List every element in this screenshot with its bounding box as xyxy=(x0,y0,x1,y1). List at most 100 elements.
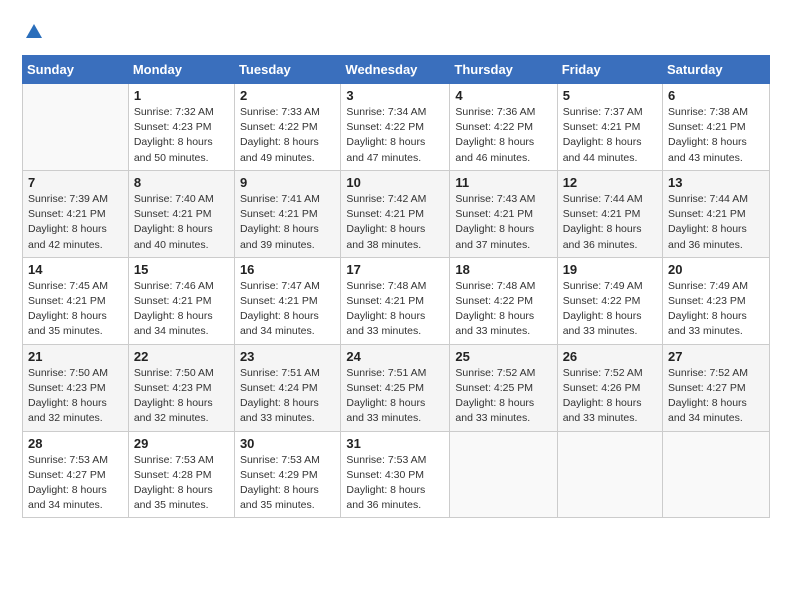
day-cell: 3Sunrise: 7:34 AMSunset: 4:22 PMDaylight… xyxy=(341,84,450,171)
day-number: 12 xyxy=(563,175,657,190)
day-detail: Sunrise: 7:39 AMSunset: 4:21 PMDaylight:… xyxy=(28,192,123,253)
header xyxy=(22,18,770,47)
logo-line1 xyxy=(22,22,44,47)
day-detail: Sunrise: 7:47 AMSunset: 4:21 PMDaylight:… xyxy=(240,279,335,340)
day-detail: Sunrise: 7:42 AMSunset: 4:21 PMDaylight:… xyxy=(346,192,444,253)
day-detail: Sunrise: 7:34 AMSunset: 4:22 PMDaylight:… xyxy=(346,105,444,166)
day-detail: Sunrise: 7:52 AMSunset: 4:26 PMDaylight:… xyxy=(563,366,657,427)
day-cell: 16 Sunrise: 7:47 AMSunset: 4:21 PMDayligh… xyxy=(234,257,340,344)
day-cell xyxy=(557,431,662,518)
day-detail: Sunrise: 7:53 AMSunset: 4:28 PMDaylight:… xyxy=(134,453,229,514)
day-number: 11 xyxy=(455,175,551,190)
day-cell: 24Sunrise: 7:51 AMSunset: 4:25 PMDayligh… xyxy=(341,344,450,431)
day-number: 21 xyxy=(28,349,123,364)
day-detail: Sunrise: 7:32 AMSunset: 4:23 PMDaylight:… xyxy=(134,105,229,166)
day-cell: 12 Sunrise: 7:44 AMSunset: 4:21 PMDayligh… xyxy=(557,170,662,257)
day-cell: 30 Sunrise: 7:53 AMSunset: 4:29 PMDayligh… xyxy=(234,431,340,518)
day-number: 28 xyxy=(28,436,123,451)
day-cell: 15 Sunrise: 7:46 AMSunset: 4:21 PMDayligh… xyxy=(128,257,234,344)
logo xyxy=(22,22,44,47)
day-cell: 11 Sunrise: 7:43 AMSunset: 4:21 PMDayligh… xyxy=(450,170,557,257)
day-cell: 20Sunrise: 7:49 AMSunset: 4:23 PMDayligh… xyxy=(663,257,770,344)
day-detail: Sunrise: 7:50 AMSunset: 4:23 PMDaylight:… xyxy=(134,366,229,427)
day-number: 7 xyxy=(28,175,123,190)
day-number: 20 xyxy=(668,262,764,277)
day-detail: Sunrise: 7:48 AMSunset: 4:22 PMDaylight:… xyxy=(455,279,551,340)
day-number: 4 xyxy=(455,88,551,103)
day-cell: 29 Sunrise: 7:53 AMSunset: 4:28 PMDayligh… xyxy=(128,431,234,518)
day-cell: 8Sunrise: 7:40 AMSunset: 4:21 PMDaylight… xyxy=(128,170,234,257)
day-number: 17 xyxy=(346,262,444,277)
header-friday: Friday xyxy=(557,56,662,84)
day-detail: Sunrise: 7:37 AMSunset: 4:21 PMDaylight:… xyxy=(563,105,657,166)
day-cell: 13 Sunrise: 7:44 AMSunset: 4:21 PMDayligh… xyxy=(663,170,770,257)
day-cell: 23 Sunrise: 7:51 AMSunset: 4:24 PMDayligh… xyxy=(234,344,340,431)
day-number: 6 xyxy=(668,88,764,103)
day-detail: Sunrise: 7:53 AMSunset: 4:27 PMDaylight:… xyxy=(28,453,123,514)
day-cell: 9Sunrise: 7:41 AMSunset: 4:21 PMDaylight… xyxy=(234,170,340,257)
day-number: 14 xyxy=(28,262,123,277)
day-number: 8 xyxy=(134,175,229,190)
day-number: 19 xyxy=(563,262,657,277)
day-cell xyxy=(663,431,770,518)
day-cell: 25 Sunrise: 7:52 AMSunset: 4:25 PMDayligh… xyxy=(450,344,557,431)
day-number: 15 xyxy=(134,262,229,277)
header-saturday: Saturday xyxy=(663,56,770,84)
day-number: 30 xyxy=(240,436,335,451)
day-cell: 17 Sunrise: 7:48 AMSunset: 4:21 PMDayligh… xyxy=(341,257,450,344)
day-detail: Sunrise: 7:46 AMSunset: 4:21 PMDaylight:… xyxy=(134,279,229,340)
day-number: 18 xyxy=(455,262,551,277)
day-cell: 28 Sunrise: 7:53 AMSunset: 4:27 PMDayligh… xyxy=(23,431,129,518)
day-detail: Sunrise: 7:51 AMSunset: 4:24 PMDaylight:… xyxy=(240,366,335,427)
day-cell: 1 Sunrise: 7:32 AMSunset: 4:23 PMDaylight… xyxy=(128,84,234,171)
day-number: 29 xyxy=(134,436,229,451)
calendar-table: SundayMondayTuesdayWednesdayThursdayFrid… xyxy=(22,55,770,518)
logo-icon xyxy=(24,22,44,42)
day-number: 27 xyxy=(668,349,764,364)
day-cell: 21 Sunrise: 7:50 AMSunset: 4:23 PMDayligh… xyxy=(23,344,129,431)
day-detail: Sunrise: 7:45 AMSunset: 4:21 PMDaylight:… xyxy=(28,279,123,340)
day-cell: 4 Sunrise: 7:36 AMSunset: 4:22 PMDaylight… xyxy=(450,84,557,171)
header-thursday: Thursday xyxy=(450,56,557,84)
day-number: 10 xyxy=(346,175,444,190)
day-number: 26 xyxy=(563,349,657,364)
day-number: 22 xyxy=(134,349,229,364)
day-number: 25 xyxy=(455,349,551,364)
day-detail: Sunrise: 7:44 AMSunset: 4:21 PMDaylight:… xyxy=(668,192,764,253)
day-cell: 27Sunrise: 7:52 AMSunset: 4:27 PMDayligh… xyxy=(663,344,770,431)
day-cell: 31 Sunrise: 7:53 AMSunset: 4:30 PMDayligh… xyxy=(341,431,450,518)
day-detail: Sunrise: 7:43 AMSunset: 4:21 PMDaylight:… xyxy=(455,192,551,253)
header-monday: Monday xyxy=(128,56,234,84)
day-number: 5 xyxy=(563,88,657,103)
day-cell xyxy=(450,431,557,518)
day-number: 2 xyxy=(240,88,335,103)
day-detail: Sunrise: 7:53 AMSunset: 4:30 PMDaylight:… xyxy=(346,453,444,514)
day-cell: 6Sunrise: 7:38 AMSunset: 4:21 PMDaylight… xyxy=(663,84,770,171)
day-detail: Sunrise: 7:49 AMSunset: 4:22 PMDaylight:… xyxy=(563,279,657,340)
day-number: 1 xyxy=(134,88,229,103)
day-number: 31 xyxy=(346,436,444,451)
day-number: 16 xyxy=(240,262,335,277)
week-row-1: 1 Sunrise: 7:32 AMSunset: 4:23 PMDaylight… xyxy=(23,84,770,171)
day-cell: 22 Sunrise: 7:50 AMSunset: 4:23 PMDayligh… xyxy=(128,344,234,431)
day-detail: Sunrise: 7:52 AMSunset: 4:25 PMDaylight:… xyxy=(455,366,551,427)
header-tuesday: Tuesday xyxy=(234,56,340,84)
week-row-3: 14 Sunrise: 7:45 AMSunset: 4:21 PMDayligh… xyxy=(23,257,770,344)
day-number: 13 xyxy=(668,175,764,190)
day-cell: 26 Sunrise: 7:52 AMSunset: 4:26 PMDayligh… xyxy=(557,344,662,431)
day-detail: Sunrise: 7:44 AMSunset: 4:21 PMDaylight:… xyxy=(563,192,657,253)
day-detail: Sunrise: 7:50 AMSunset: 4:23 PMDaylight:… xyxy=(28,366,123,427)
day-cell: 18 Sunrise: 7:48 AMSunset: 4:22 PMDayligh… xyxy=(450,257,557,344)
day-detail: Sunrise: 7:48 AMSunset: 4:21 PMDaylight:… xyxy=(346,279,444,340)
week-row-4: 21 Sunrise: 7:50 AMSunset: 4:23 PMDayligh… xyxy=(23,344,770,431)
day-number: 24 xyxy=(346,349,444,364)
day-cell: 7 Sunrise: 7:39 AMSunset: 4:21 PMDaylight… xyxy=(23,170,129,257)
calendar-header-row: SundayMondayTuesdayWednesdayThursdayFrid… xyxy=(23,56,770,84)
day-number: 23 xyxy=(240,349,335,364)
day-detail: Sunrise: 7:53 AMSunset: 4:29 PMDaylight:… xyxy=(240,453,335,514)
week-row-5: 28 Sunrise: 7:53 AMSunset: 4:27 PMDayligh… xyxy=(23,431,770,518)
day-detail: Sunrise: 7:36 AMSunset: 4:22 PMDaylight:… xyxy=(455,105,551,166)
day-cell: 19 Sunrise: 7:49 AMSunset: 4:22 PMDayligh… xyxy=(557,257,662,344)
header-wednesday: Wednesday xyxy=(341,56,450,84)
page: SundayMondayTuesdayWednesdayThursdayFrid… xyxy=(0,0,792,530)
